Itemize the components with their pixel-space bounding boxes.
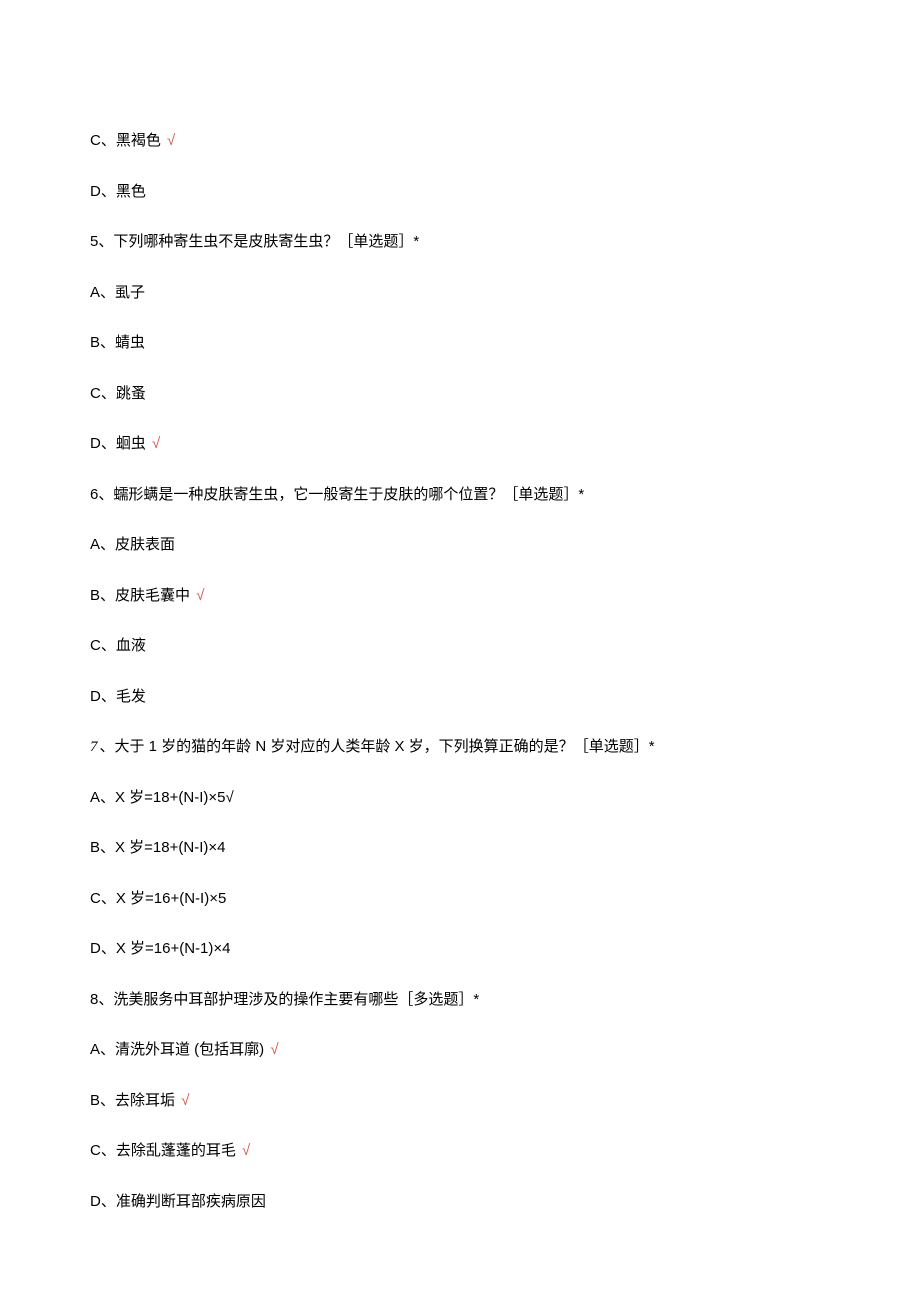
q6-option-d: D、毛发 <box>90 686 830 709</box>
q8-option-a: A、清洗外耳道 (包括耳廓) √ <box>90 1039 830 1062</box>
option-text: A、清洗外耳道 (包括耳廓) <box>90 1041 264 1058</box>
q5-stem: 5、下列哪种寄生虫不是皮肤寄生虫？［单选题］* <box>90 231 830 254</box>
check-icon: √ <box>181 1092 189 1109</box>
option-text: B、去除耳垢 <box>90 1092 175 1109</box>
question-text: 、大于 1 岁的猫的年龄 N 岁对应的人类年龄 X 岁，下列换算正确的是？［单选… <box>100 738 655 755</box>
option-text: B、皮肤毛囊中 <box>90 587 190 604</box>
option-text: C、X 岁=16+(N-I)×5 <box>90 890 226 907</box>
question-text: 5、下列哪种寄生虫不是皮肤寄生虫？［单选题］* <box>90 233 419 250</box>
check-icon: √ <box>167 132 175 149</box>
q5-option-c: C、跳蚤 <box>90 383 830 406</box>
q7-option-c: C、X 岁=16+(N-I)×5 <box>90 888 830 911</box>
q7-option-d: D、X 岁=16+(N-1)×4 <box>90 938 830 961</box>
q6-option-b: B、皮肤毛囊中 √ <box>90 585 830 608</box>
option-text: C、去除乱蓬蓬的耳毛 <box>90 1142 236 1159</box>
option-text: A、虱子 <box>90 284 145 301</box>
option-text: B、X 岁=18+(N-I)×4 <box>90 839 225 856</box>
question-text: 8、洗美服务中耳部护理涉及的操作主要有哪些［多选题］* <box>90 991 479 1008</box>
option-text: C、血液 <box>90 637 146 654</box>
question-number: 7 <box>90 739 98 755</box>
q7-stem: 7、大于 1 岁的猫的年龄 N 岁对应的人类年龄 X 岁，下列换算正确的是？［单… <box>90 736 830 759</box>
option-text: D、准确判断耳部疾病原因 <box>90 1193 266 1210</box>
check-icon: √ <box>152 435 160 452</box>
option-text: D、黑色 <box>90 183 146 200</box>
option-text: C、黑褐色 <box>90 132 161 149</box>
q4-option-d: D、黑色 <box>90 181 830 204</box>
q8-stem: 8、洗美服务中耳部护理涉及的操作主要有哪些［多选题］* <box>90 989 830 1012</box>
option-text: B、蜻虫 <box>90 334 145 351</box>
q6-stem: 6、蠕形螨是一种皮肤寄生虫，它一般寄生于皮肤的哪个位置？［单选题］* <box>90 484 830 507</box>
q8-option-c: C、去除乱蓬蓬的耳毛 √ <box>90 1140 830 1163</box>
check-icon: √ <box>196 587 204 604</box>
document-page: C、黑褐色 √ D、黑色 5、下列哪种寄生虫不是皮肤寄生虫？［单选题］* A、虱… <box>0 0 920 1301</box>
q6-option-a: A、皮肤表面 <box>90 534 830 557</box>
option-text: D、蛔虫 <box>90 435 146 452</box>
option-text: D、X 岁=16+(N-1)×4 <box>90 940 230 957</box>
check-icon: √ <box>270 1041 278 1058</box>
option-text: A、皮肤表面 <box>90 536 175 553</box>
check-icon: √ <box>242 1142 250 1159</box>
option-text: C、跳蚤 <box>90 385 146 402</box>
q6-option-c: C、血液 <box>90 635 830 658</box>
option-text: A、X 岁=18+(N-I)×5√ <box>90 789 234 806</box>
q8-option-d: D、准确判断耳部疾病原因 <box>90 1191 830 1214</box>
q7-option-a: A、X 岁=18+(N-I)×5√ <box>90 787 830 810</box>
q5-option-b: B、蜻虫 <box>90 332 830 355</box>
q4-option-c: C、黑褐色 √ <box>90 130 830 153</box>
q5-option-d: D、蛔虫 √ <box>90 433 830 456</box>
q7-option-b: B、X 岁=18+(N-I)×4 <box>90 837 830 860</box>
q5-option-a: A、虱子 <box>90 282 830 305</box>
question-text: 6、蠕形螨是一种皮肤寄生虫，它一般寄生于皮肤的哪个位置？［单选题］* <box>90 486 584 503</box>
option-text: D、毛发 <box>90 688 146 705</box>
q8-option-b: B、去除耳垢 √ <box>90 1090 830 1113</box>
